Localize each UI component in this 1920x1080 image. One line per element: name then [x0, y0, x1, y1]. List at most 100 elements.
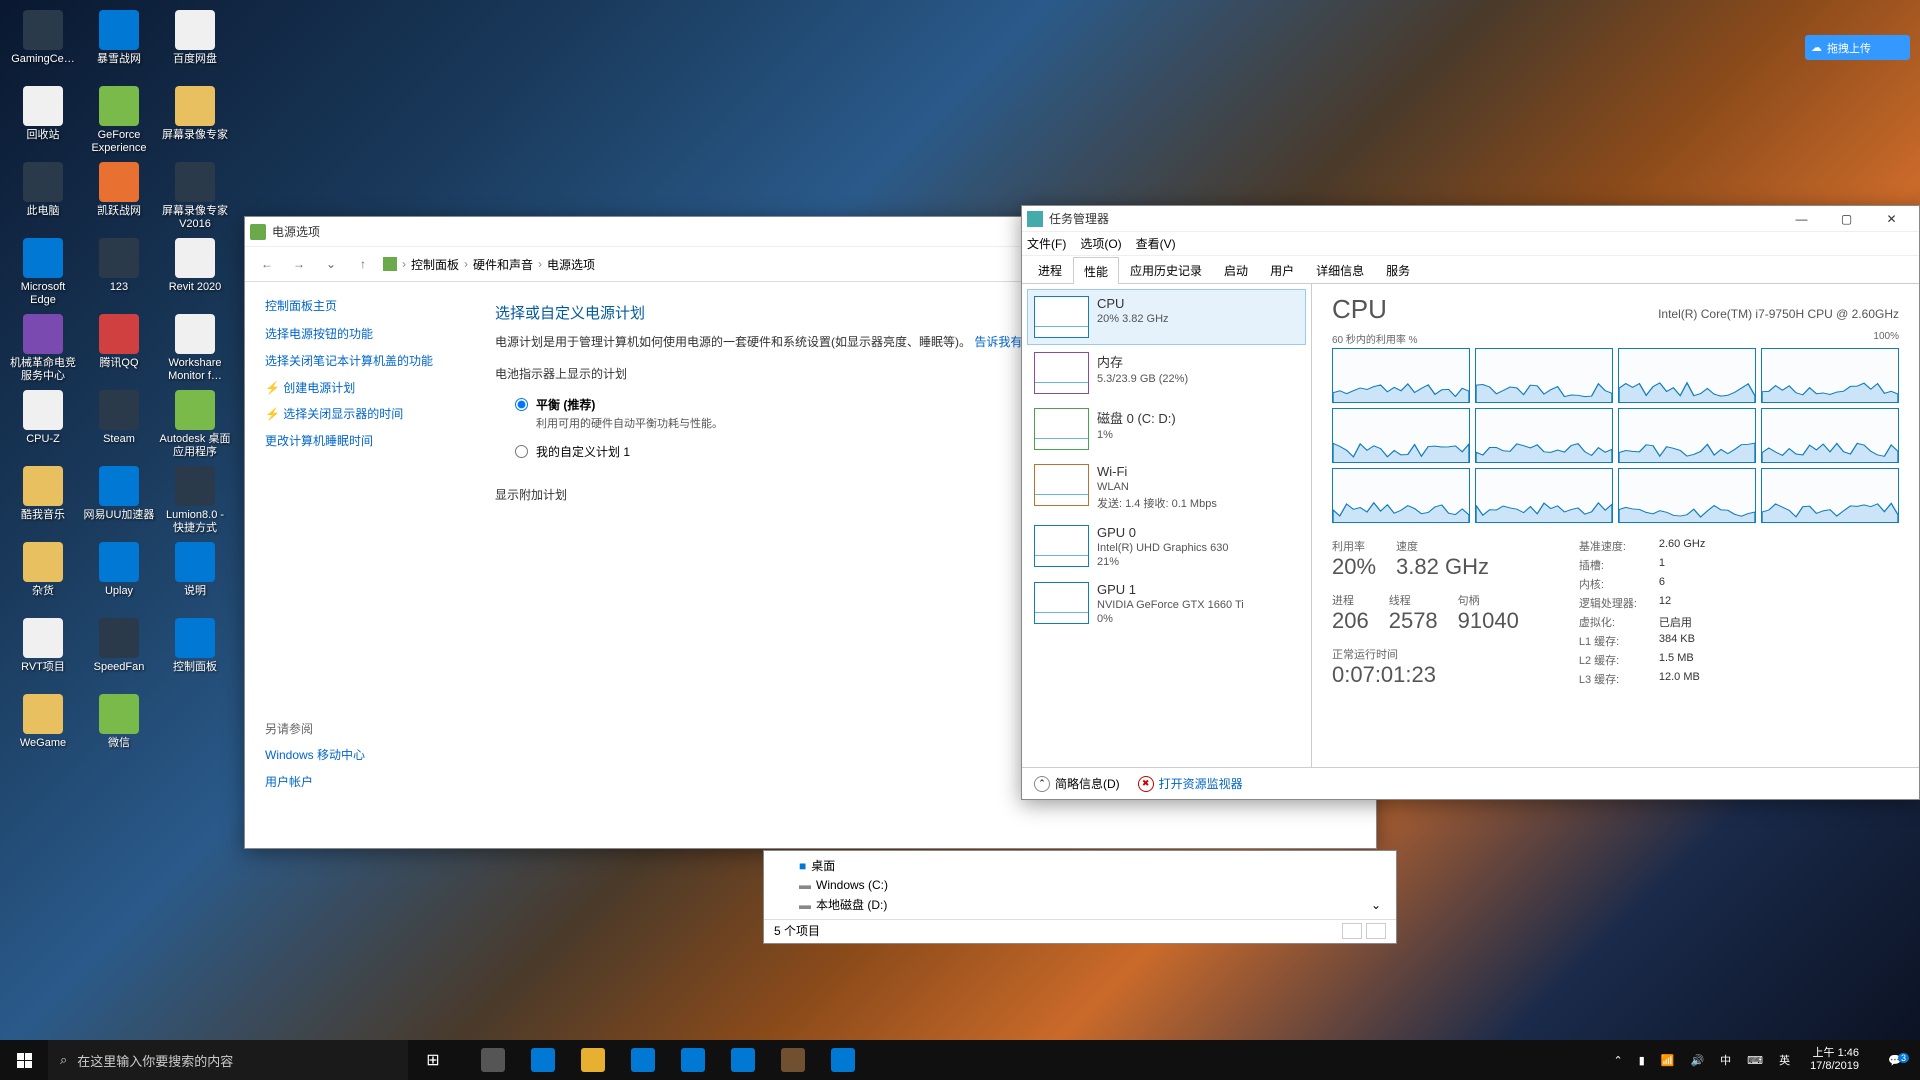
desktop-icon[interactable]: Uplay	[81, 537, 157, 613]
resource-item[interactable]: GPU 1NVIDIA GeForce GTX 1660 Ti0%	[1027, 575, 1306, 632]
breadcrumb[interactable]: › 控制面板 › 硬件和声音 › 电源选项	[383, 256, 595, 273]
desktop-icon[interactable]: 网易UU加速器	[81, 461, 157, 537]
taskbar-app[interactable]	[618, 1040, 668, 1080]
sidebar-link[interactable]: 选择电源按钮的功能	[265, 326, 455, 343]
resource-item[interactable]: 内存5.3/23.9 GB (22%)	[1027, 345, 1306, 401]
desktop-icon[interactable]: 凯跃战网	[81, 157, 157, 233]
tab-详细信息[interactable]: 详细信息	[1305, 256, 1375, 283]
wifi-icon[interactable]: 📶	[1657, 1054, 1679, 1067]
resource-title: GPU 0	[1097, 525, 1299, 540]
desktop-icon[interactable]: WeGame	[5, 689, 81, 765]
taskbar-app[interactable]	[818, 1040, 868, 1080]
desktop-icon[interactable]: 腾讯QQ	[81, 309, 157, 385]
view-details-button[interactable]	[1342, 923, 1362, 939]
desktop-icon[interactable]: 杂货	[5, 537, 81, 613]
menu-item[interactable]: 查看(V)	[1136, 235, 1176, 252]
see-also-item[interactable]: 用户帐户	[265, 774, 455, 791]
resource-item[interactable]: CPU20% 3.82 GHz	[1027, 289, 1306, 345]
breadcrumb-item[interactable]: 电源选项	[547, 256, 595, 273]
desktop-icon[interactable]: Microsoft Edge	[5, 233, 81, 309]
tab-性能[interactable]: 性能	[1073, 257, 1119, 284]
tree-item[interactable]: ▬Windows (C:)	[779, 876, 1381, 894]
notifications-button[interactable]: 💬3	[1875, 1054, 1915, 1067]
back-button[interactable]: ←	[255, 252, 279, 276]
desktop-icon[interactable]: 屏幕录像专家 V2016	[157, 157, 233, 233]
recent-button[interactable]: ⌄	[319, 252, 343, 276]
app-icon	[175, 542, 215, 582]
desktop-icon[interactable]: Workshare Monitor f…	[157, 309, 233, 385]
start-button[interactable]	[0, 1040, 48, 1080]
breadcrumb-item[interactable]: 硬件和声音	[473, 256, 533, 273]
resource-subtitle: 5.3/23.9 GB (22%)	[1097, 373, 1299, 385]
tab-用户[interactable]: 用户	[1259, 256, 1305, 283]
fewer-details-button[interactable]: ⌃简略信息(D)	[1034, 775, 1120, 792]
tab-进程[interactable]: 进程	[1027, 256, 1073, 283]
desktop-icon[interactable]: 控制面板	[157, 613, 233, 689]
desktop-icon[interactable]: GamingCe…	[5, 5, 81, 81]
tree-item[interactable]: ■桌面	[779, 855, 1381, 876]
resource-monitor-link[interactable]: ✖打开资源监视器	[1138, 775, 1243, 792]
desktop-icon[interactable]: GeForce Experience	[81, 81, 157, 157]
desktop-icon[interactable]: RVT项目	[5, 613, 81, 689]
keyboard-icon[interactable]: ⌨	[1743, 1054, 1767, 1067]
ime-icon[interactable]: 中	[1716, 1052, 1735, 1068]
tray-expand-icon[interactable]: ⌃	[1609, 1054, 1626, 1067]
minimize-button[interactable]: ―	[1779, 205, 1824, 233]
sidebar-link[interactable]: 选择关闭笔记本计算机盖的功能	[265, 353, 455, 370]
up-button[interactable]: ↑	[351, 252, 375, 276]
desktop-icon[interactable]: SpeedFan	[81, 613, 157, 689]
desktop-icon[interactable]: 微信	[81, 689, 157, 765]
tab-启动[interactable]: 启动	[1213, 256, 1259, 283]
tree-item[interactable]: ▬本地磁盘 (D:)⌄	[779, 894, 1381, 915]
plan-radio-balanced[interactable]	[515, 398, 528, 411]
plan-radio-custom[interactable]	[515, 445, 528, 458]
resource-item[interactable]: Wi-FiWLAN发送: 1.4 接收: 0.1 Mbps	[1027, 457, 1306, 518]
desktop-icon[interactable]: 酷我音乐	[5, 461, 81, 537]
see-also-item[interactable]: Windows 移动中心	[265, 747, 455, 764]
desktop-icon[interactable]: 回收站	[5, 81, 81, 157]
clock[interactable]: 上午 1:46 17/8/2019	[1802, 1047, 1867, 1073]
taskbar-app[interactable]	[668, 1040, 718, 1080]
taskbar-app[interactable]	[768, 1040, 818, 1080]
control-panel-home[interactable]: 控制面板主页	[265, 297, 455, 314]
desktop-icon[interactable]: 百度网盘	[157, 5, 233, 81]
desktop-icon[interactable]: 暴雪战网	[81, 5, 157, 81]
volume-icon[interactable]: 🔊	[1686, 1054, 1708, 1067]
desktop-icon[interactable]: 此电脑	[5, 157, 81, 233]
resource-item[interactable]: GPU 0Intel(R) UHD Graphics 63021%	[1027, 518, 1306, 575]
task-view-button[interactable]: ⊞	[408, 1040, 458, 1080]
battery-icon[interactable]: ▮	[1635, 1054, 1649, 1067]
desktop-icon[interactable]: Lumion8.0 - 快捷方式	[157, 461, 233, 537]
taskbar-app[interactable]	[518, 1040, 568, 1080]
titlebar[interactable]: 任务管理器 ― ▢ ✕	[1022, 206, 1919, 232]
desktop-icon[interactable]: Steam	[81, 385, 157, 461]
tab-应用历史记录[interactable]: 应用历史记录	[1119, 256, 1213, 283]
desktop-icon[interactable]: 机械革命电竞服务中心	[5, 309, 81, 385]
desktop-icon[interactable]: Autodesk 桌面应用程序	[157, 385, 233, 461]
desktop-icon[interactable]: Revit 2020	[157, 233, 233, 309]
maximize-button[interactable]: ▢	[1824, 205, 1869, 233]
menu-item[interactable]: 选项(O)	[1080, 235, 1121, 252]
desktop-icon[interactable]: 123	[81, 233, 157, 309]
stat-row: 内核:6	[1579, 576, 1705, 592]
taskbar-app[interactable]	[468, 1040, 518, 1080]
view-icons-button[interactable]	[1366, 923, 1386, 939]
forward-button[interactable]: →	[287, 252, 311, 276]
desktop-icon[interactable]: CPU-Z	[5, 385, 81, 461]
tab-服务[interactable]: 服务	[1375, 256, 1421, 283]
search-box[interactable]: ⌕ 在这里输入你要搜索的内容	[48, 1040, 408, 1080]
baidu-upload-widget[interactable]: ☁ 拖拽上传	[1805, 35, 1910, 60]
taskbar-app[interactable]	[568, 1040, 618, 1080]
sidebar-link[interactable]: ⚡ 创建电源计划	[265, 380, 455, 397]
taskbar-app[interactable]	[718, 1040, 768, 1080]
sidebar-link[interactable]: 更改计算机睡眠时间	[265, 433, 455, 450]
desktop-icon[interactable]: 说明	[157, 537, 233, 613]
resource-item[interactable]: 磁盘 0 (C: D:)1%	[1027, 401, 1306, 457]
menu-item[interactable]: 文件(F)	[1027, 235, 1066, 252]
close-button[interactable]: ✕	[1869, 205, 1914, 233]
icon-label: Microsoft Edge	[7, 281, 79, 306]
breadcrumb-item[interactable]: 控制面板	[411, 256, 459, 273]
desktop-icon[interactable]: 屏幕录像专家	[157, 81, 233, 157]
sidebar-link[interactable]: ⚡ 选择关闭显示器的时间	[265, 406, 455, 423]
ime-mode-icon[interactable]: 英	[1775, 1052, 1794, 1068]
